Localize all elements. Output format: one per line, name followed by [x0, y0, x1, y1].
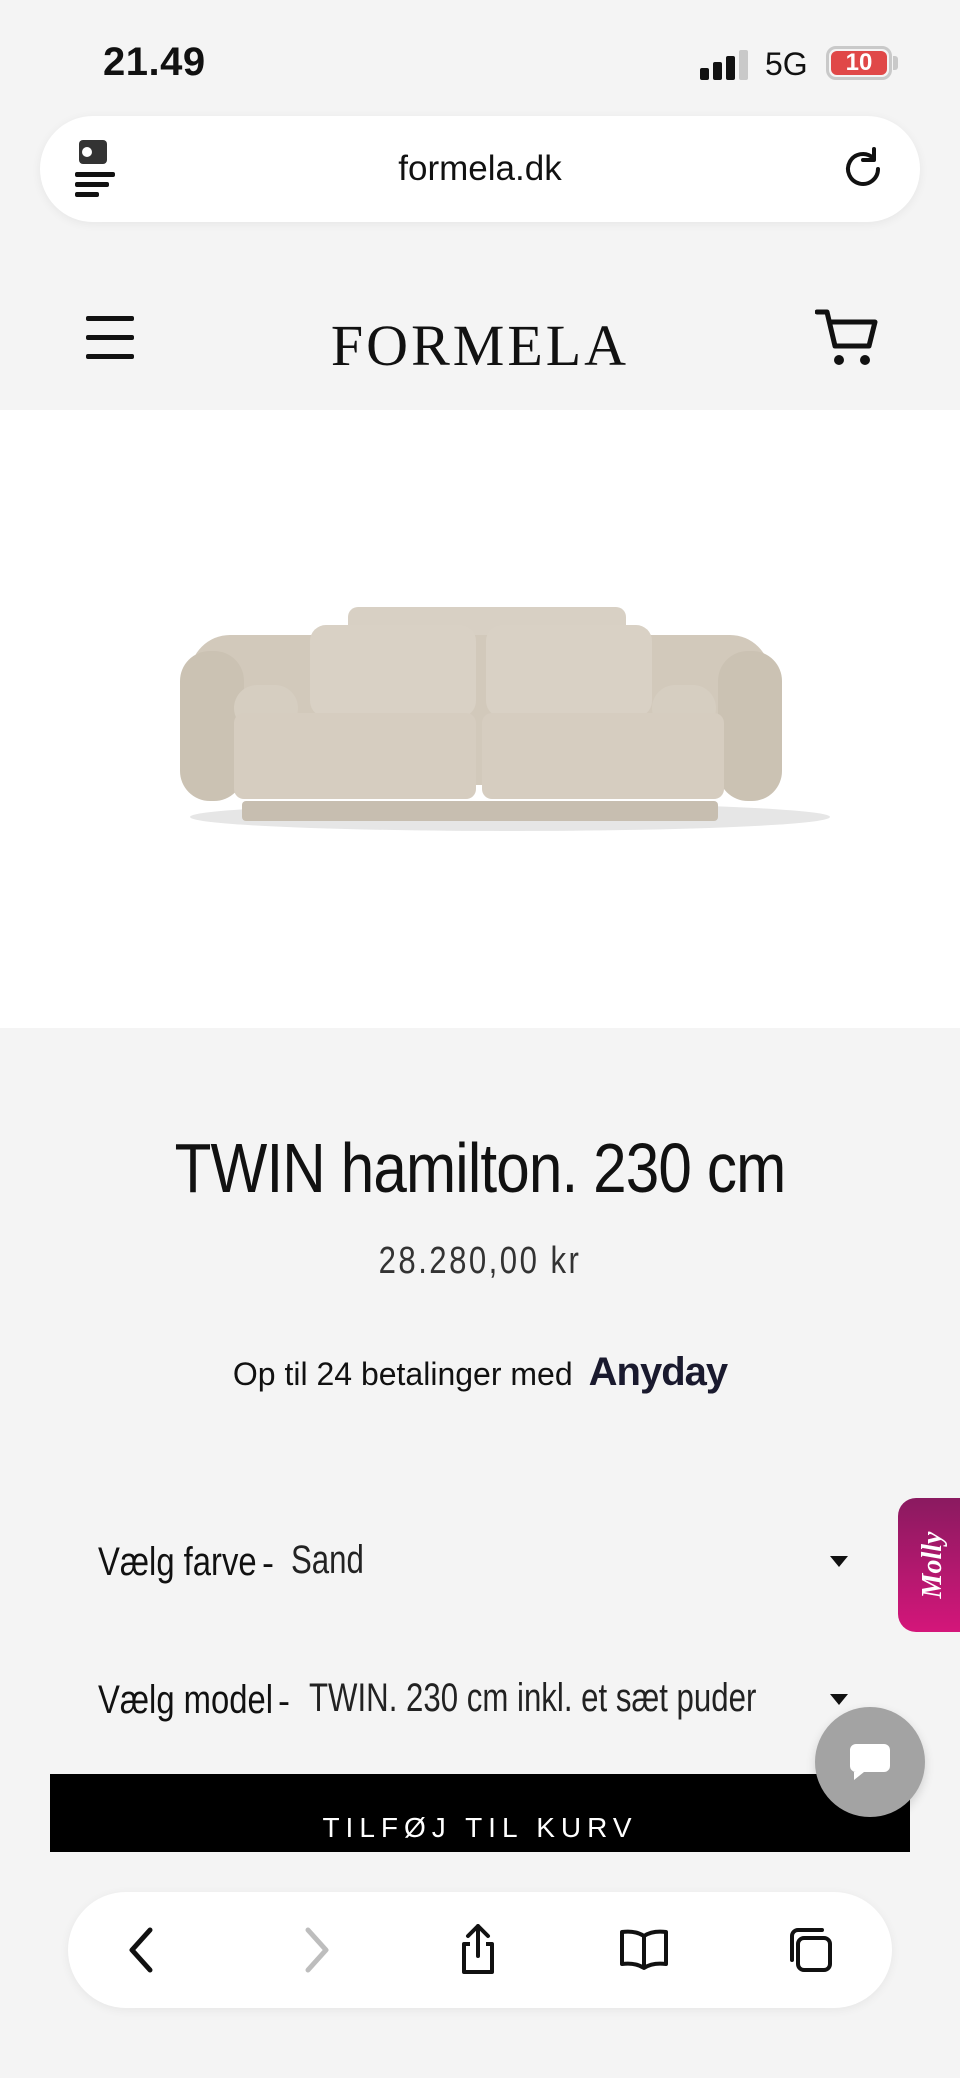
cart-icon[interactable] — [815, 306, 879, 368]
model-select[interactable]: Vælg model - TWIN. 230 cm inkl. et sæt p… — [98, 1670, 858, 1730]
add-to-cart-button[interactable]: TILFØJ TIL KURV — [50, 1774, 910, 1852]
battery-level: 10 — [831, 49, 887, 76]
address-bar[interactable]: formela.dk — [40, 116, 920, 222]
model-select-value: TWIN. 230 cm inkl. et sæt puder — [309, 1676, 757, 1720]
battery-tip — [893, 56, 898, 70]
anyday-logo: Anyday — [588, 1350, 728, 1394]
sofa-image — [180, 607, 830, 831]
browser-toolbar — [68, 1892, 892, 2008]
chevron-down-icon — [830, 1556, 848, 1567]
product-image[interactable] — [0, 410, 960, 1028]
add-to-cart-label: TILFØJ TIL KURV — [322, 1812, 638, 1843]
battery-icon: 10 — [826, 46, 892, 80]
signal-icon — [700, 48, 752, 80]
url-text[interactable]: formela.dk — [40, 116, 920, 222]
color-select-separator: - — [262, 1542, 274, 1583]
color-select[interactable]: Vælg farve - Sand — [98, 1532, 858, 1592]
network-label: 5G — [765, 46, 808, 82]
status-bar: 21.49 5G 10 — [0, 0, 960, 120]
reload-icon[interactable] — [840, 146, 886, 192]
molly-widget-tab[interactable]: Molly — [898, 1498, 960, 1632]
product-price: 28.280,00 kr — [378, 1240, 582, 1282]
forward-icon[interactable] — [288, 1924, 340, 1976]
model-select-label: Vælg model — [98, 1678, 274, 1722]
color-select-label: Vælg farve — [98, 1540, 257, 1584]
status-time: 21.49 — [103, 40, 206, 84]
tabs-icon[interactable] — [784, 1924, 836, 1976]
molly-label: Molly — [917, 1531, 948, 1599]
share-icon[interactable] — [452, 1924, 504, 1976]
color-select-value: Sand — [291, 1538, 364, 1582]
model-select-separator: - — [278, 1680, 290, 1721]
chevron-down-icon — [830, 1694, 848, 1705]
bookmarks-icon[interactable] — [618, 1924, 670, 1976]
installments-text: Op til 24 betalinger med — [232, 1356, 573, 1392]
installments-info[interactable]: Op til 24 betalinger med Anyday — [0, 1350, 960, 1395]
product-title: TWIN hamilton. 230 cm — [174, 1129, 787, 1207]
back-icon[interactable] — [118, 1924, 170, 1976]
site-header: FORMELA — [0, 268, 960, 410]
chat-bubble-icon — [850, 1744, 890, 1780]
chat-button[interactable] — [815, 1707, 925, 1817]
